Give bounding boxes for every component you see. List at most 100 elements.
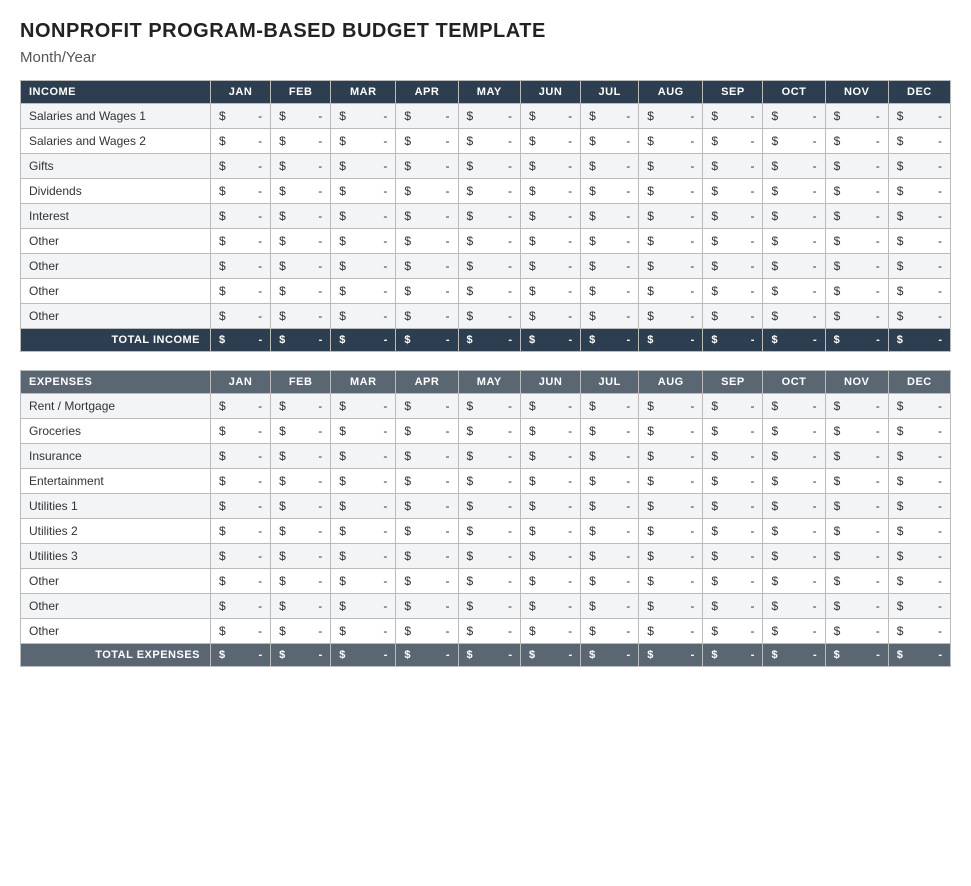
table-cell[interactable]: $- <box>581 104 639 129</box>
table-cell[interactable]: $- <box>825 519 888 544</box>
table-cell[interactable]: $- <box>458 279 520 304</box>
table-cell[interactable]: $- <box>703 179 763 204</box>
table-cell[interactable]: $- <box>396 519 458 544</box>
table-cell[interactable]: $- <box>271 254 331 279</box>
table-cell[interactable]: $- <box>703 444 763 469</box>
table-cell[interactable]: $- <box>271 419 331 444</box>
table-cell[interactable]: $- <box>763 619 825 644</box>
table-cell[interactable]: $- <box>211 519 271 544</box>
table-cell[interactable]: $- <box>331 104 396 129</box>
table-cell[interactable]: $- <box>520 519 580 544</box>
table-cell[interactable]: $- <box>271 494 331 519</box>
table-cell[interactable]: $- <box>271 204 331 229</box>
table-cell[interactable]: $- <box>211 594 271 619</box>
table-cell[interactable]: $- <box>825 494 888 519</box>
table-cell[interactable]: $- <box>888 204 950 229</box>
table-cell[interactable]: $- <box>581 594 639 619</box>
table-cell[interactable]: $- <box>703 254 763 279</box>
table-cell[interactable]: $- <box>763 104 825 129</box>
table-cell[interactable]: $- <box>331 619 396 644</box>
table-cell[interactable]: $- <box>396 129 458 154</box>
table-cell[interactable]: $- <box>331 254 396 279</box>
table-cell[interactable]: $- <box>639 279 703 304</box>
table-cell[interactable]: $- <box>581 519 639 544</box>
table-cell[interactable]: $- <box>703 469 763 494</box>
table-cell[interactable]: $- <box>888 619 950 644</box>
table-cell[interactable]: $- <box>825 444 888 469</box>
table-cell[interactable]: $- <box>763 279 825 304</box>
table-cell[interactable]: $- <box>271 569 331 594</box>
table-cell[interactable]: $- <box>211 419 271 444</box>
table-cell[interactable]: $- <box>825 304 888 329</box>
table-cell[interactable]: $- <box>703 394 763 419</box>
table-cell[interactable]: $- <box>703 544 763 569</box>
table-cell[interactable]: $- <box>520 444 580 469</box>
table-cell[interactable]: $- <box>458 444 520 469</box>
table-cell[interactable]: $- <box>825 469 888 494</box>
table-cell[interactable]: $- <box>825 544 888 569</box>
table-cell[interactable]: $- <box>888 444 950 469</box>
table-cell[interactable]: $- <box>211 619 271 644</box>
table-cell[interactable]: $- <box>825 154 888 179</box>
table-cell[interactable]: $- <box>458 129 520 154</box>
table-cell[interactable]: $- <box>581 544 639 569</box>
table-cell[interactable]: $- <box>888 594 950 619</box>
table-cell[interactable]: $- <box>331 129 396 154</box>
table-cell[interactable]: $- <box>763 154 825 179</box>
table-cell[interactable]: $- <box>888 419 950 444</box>
table-cell[interactable]: $- <box>396 154 458 179</box>
table-cell[interactable]: $- <box>520 154 580 179</box>
table-cell[interactable]: $- <box>331 419 396 444</box>
table-cell[interactable]: $- <box>458 254 520 279</box>
table-cell[interactable]: $- <box>271 519 331 544</box>
table-cell[interactable]: $- <box>211 544 271 569</box>
table-cell[interactable]: $- <box>581 494 639 519</box>
table-cell[interactable]: $- <box>331 204 396 229</box>
table-cell[interactable]: $- <box>825 394 888 419</box>
table-cell[interactable]: $- <box>639 419 703 444</box>
table-cell[interactable]: $- <box>520 104 580 129</box>
table-cell[interactable]: $- <box>458 519 520 544</box>
table-cell[interactable]: $- <box>763 544 825 569</box>
table-cell[interactable]: $- <box>396 179 458 204</box>
table-cell[interactable]: $- <box>396 569 458 594</box>
table-cell[interactable]: $- <box>211 394 271 419</box>
table-cell[interactable]: $- <box>396 594 458 619</box>
table-cell[interactable]: $- <box>825 619 888 644</box>
table-cell[interactable]: $- <box>211 254 271 279</box>
table-cell[interactable]: $- <box>888 154 950 179</box>
table-cell[interactable]: $- <box>763 129 825 154</box>
table-cell[interactable]: $- <box>888 469 950 494</box>
table-cell[interactable]: $- <box>581 204 639 229</box>
table-cell[interactable]: $- <box>639 469 703 494</box>
table-cell[interactable]: $- <box>520 469 580 494</box>
table-cell[interactable]: $- <box>763 394 825 419</box>
table-cell[interactable]: $- <box>271 544 331 569</box>
table-cell[interactable]: $- <box>581 569 639 594</box>
table-cell[interactable]: $- <box>763 179 825 204</box>
table-cell[interactable]: $- <box>581 394 639 419</box>
table-cell[interactable]: $- <box>520 304 580 329</box>
table-cell[interactable]: $- <box>396 419 458 444</box>
table-cell[interactable]: $- <box>211 104 271 129</box>
table-cell[interactable]: $- <box>581 444 639 469</box>
table-cell[interactable]: $- <box>458 419 520 444</box>
table-cell[interactable]: $- <box>825 279 888 304</box>
table-cell[interactable]: $- <box>211 469 271 494</box>
table-cell[interactable]: $- <box>703 494 763 519</box>
table-cell[interactable]: $- <box>639 594 703 619</box>
table-cell[interactable]: $- <box>888 519 950 544</box>
table-cell[interactable]: $- <box>331 469 396 494</box>
table-cell[interactable]: $- <box>763 444 825 469</box>
table-cell[interactable]: $- <box>396 229 458 254</box>
table-cell[interactable]: $- <box>458 469 520 494</box>
table-cell[interactable]: $- <box>211 179 271 204</box>
table-cell[interactable]: $- <box>396 279 458 304</box>
table-cell[interactable]: $- <box>396 544 458 569</box>
table-cell[interactable]: $- <box>396 304 458 329</box>
table-cell[interactable]: $- <box>639 444 703 469</box>
table-cell[interactable]: $- <box>331 179 396 204</box>
table-cell[interactable]: $- <box>581 129 639 154</box>
table-cell[interactable]: $- <box>396 469 458 494</box>
table-cell[interactable]: $- <box>888 229 950 254</box>
